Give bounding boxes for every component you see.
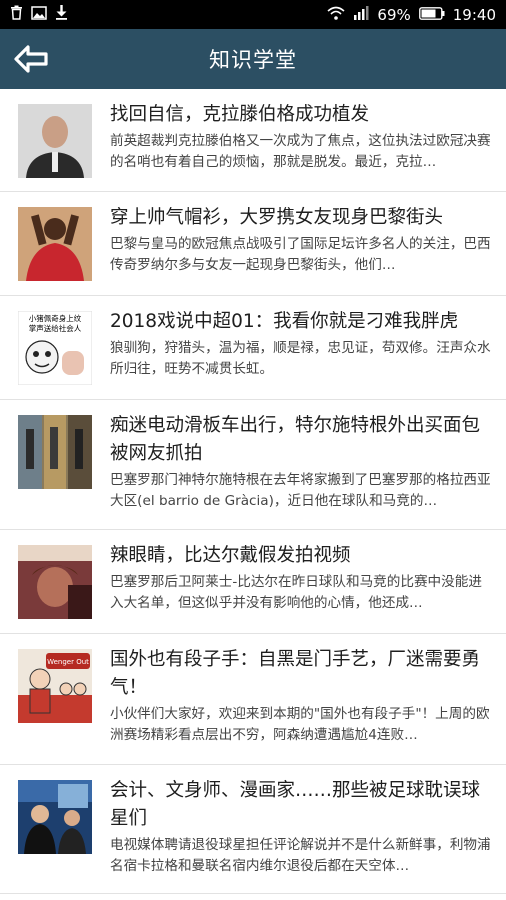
article-title: 穿上帅气帽衫，大罗携女友现身巴黎街头 — [110, 207, 444, 228]
article-list: 找回自信，克拉滕伯格成功植发 前英超裁判克拉滕伯格又一次成为了焦点，这位执法过欧… — [0, 89, 506, 894]
article-summary: 巴黎与皇马的欧冠焦点战吸引了国际足坛许多名人的关注，巴西传奇罗纳尔多与女友一起现… — [110, 236, 491, 273]
app-bar: 知识学堂 — [0, 29, 506, 89]
article-thumbnail — [18, 104, 92, 178]
article-title: 国外也有段子手：自黑是门手艺，厂迷需要勇气！ — [110, 649, 481, 698]
list-item[interactable]: Wenger Out 国外也有段子手：自黑是门手艺，厂迷需要勇气！ 小伙伴们大家… — [0, 634, 506, 765]
thumb-caption-2: 掌声送给社会人 — [29, 323, 82, 333]
article-summary: 巴塞罗那后卫阿莱士-比达尔在昨日球队和马竞的比赛中没能进入大名单，但这似乎并没有… — [110, 574, 482, 611]
article-summary: 电视媒体聘请退役球星担任评论解说并不是什么新鲜事，利物浦名宿卡拉格和曼联名宿内维… — [110, 837, 491, 874]
clock: 19:40 — [452, 5, 496, 24]
back-arrow-icon[interactable] — [6, 29, 56, 89]
article-summary: 狼驯狗，狩猎头，温为福，顺是禄，忠见证，苟双修。汪声众水所归往，旺势不减贯长虹。 — [110, 340, 491, 377]
list-item[interactable]: 痴迷电动滑板车出行，特尔施特根外出买面包被网友抓拍 巴塞罗那门神特尔施特根在去年… — [0, 400, 506, 530]
wifi-icon — [327, 6, 345, 24]
page-title: 知识学堂 — [209, 48, 297, 72]
article-title: 会计、文身师、漫画家……那些被足球耽误球星们 — [110, 780, 481, 829]
list-item[interactable]: 穿上帅气帽衫，大罗携女友现身巴黎街头 巴黎与皇马的欧冠焦点战吸引了国际足坛许多名… — [0, 192, 506, 296]
battery-percent: 69% — [377, 5, 411, 24]
download-icon — [55, 5, 68, 24]
image-icon — [31, 5, 47, 24]
list-item[interactable]: 小猪佩奇身上纹 掌声送给社会人 2018戏说中超01：我看你就是刁难我胖虎 狼驯… — [0, 296, 506, 400]
battery-icon — [418, 6, 445, 24]
article-summary: 小伙伴们大家好，欢迎来到本期的"国外也有段子手"！上周的欧洲赛场精彩看点层出不穷… — [110, 706, 490, 743]
article-summary: 前英超裁判克拉滕伯格又一次成为了焦点，这位执法过欧冠决赛的名哨也有着自己的烦恼，… — [110, 133, 491, 170]
article-title: 辣眼睛，比达尔戴假发拍视频 — [110, 545, 351, 566]
signal-icon — [353, 5, 369, 24]
article-thumbnail — [18, 780, 92, 854]
article-title: 找回自信，克拉滕伯格成功植发 — [110, 104, 370, 125]
article-thumbnail — [18, 207, 92, 281]
thumb-caption-1: 小猪佩奇身上纹 — [29, 313, 82, 323]
article-title: 2018戏说中超01：我看你就是刁难我胖虎 — [110, 311, 459, 332]
list-item[interactable]: 会计、文身师、漫画家……那些被足球耽误球星们 电视媒体聘请退役球星担任评论解说并… — [0, 765, 506, 894]
list-item[interactable]: 找回自信，克拉滕伯格成功植发 前英超裁判克拉滕伯格又一次成为了焦点，这位执法过欧… — [0, 89, 506, 192]
article-thumbnail: Wenger Out — [18, 649, 92, 723]
article-thumbnail: 小猪佩奇身上纹 掌声送给社会人 — [18, 311, 92, 385]
article-thumbnail — [18, 545, 92, 619]
article-thumbnail — [18, 415, 92, 489]
article-title: 痴迷电动滑板车出行，特尔施特根外出买面包被网友抓拍 — [110, 415, 481, 464]
status-bar: 69% 19:40 — [0, 0, 506, 29]
article-summary: 巴塞罗那门神特尔施特根在去年将家搬到了巴塞罗那的格拉西亚大区(el barrio… — [110, 472, 491, 509]
list-item[interactable]: 辣眼睛，比达尔戴假发拍视频 巴塞罗那后卫阿莱士-比达尔在昨日球队和马竞的比赛中没… — [0, 530, 506, 634]
trash-icon — [10, 5, 23, 24]
thumb-caption: Wenger Out — [47, 658, 89, 666]
